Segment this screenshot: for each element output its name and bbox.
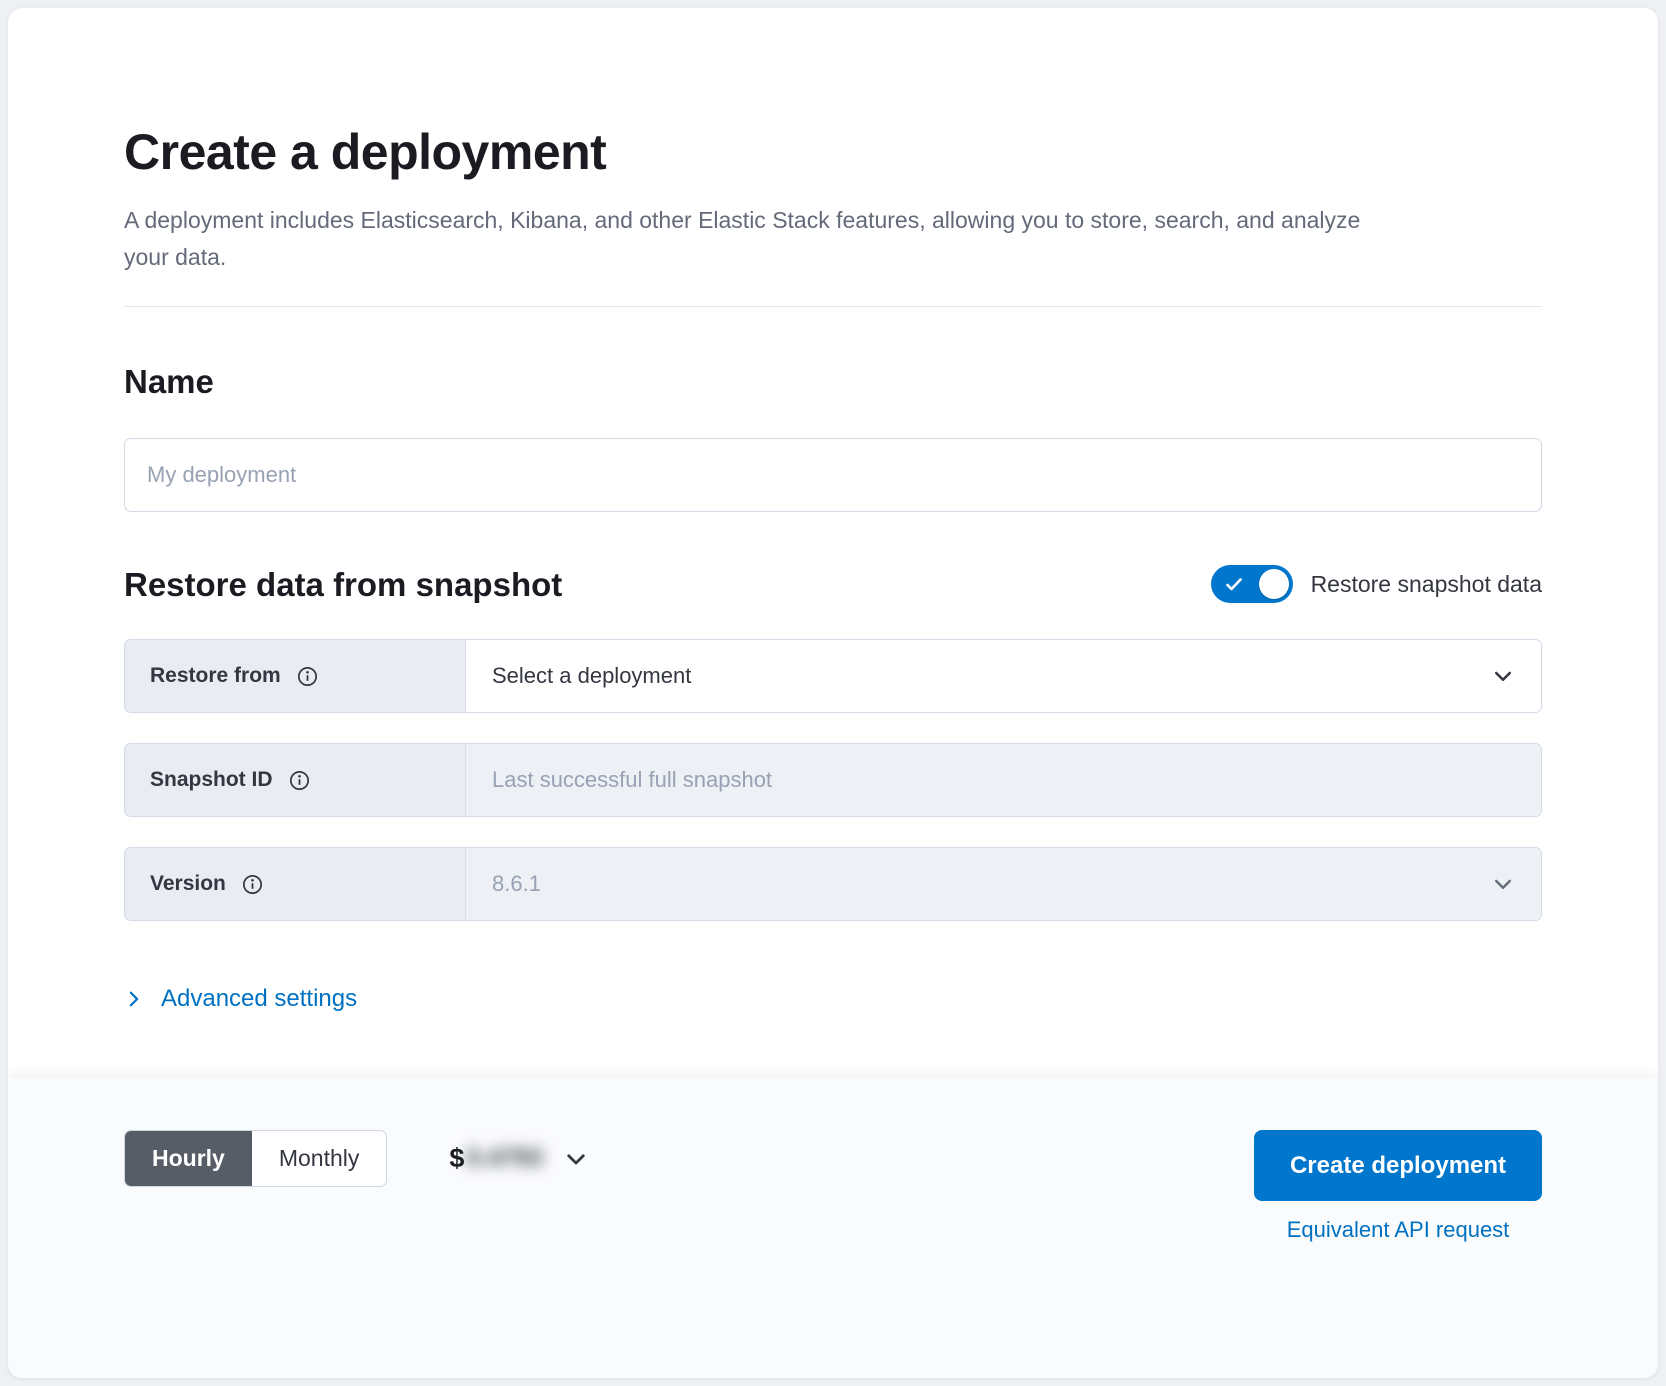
equivalent-api-request-link[interactable]: Equivalent API request <box>1287 1217 1510 1243</box>
main-content: Create a deployment A deployment include… <box>8 8 1658 1014</box>
chevron-down-icon <box>1491 872 1515 896</box>
restore-from-select[interactable]: Select a deployment <box>466 640 1541 712</box>
deployment-name-input[interactable] <box>124 438 1542 512</box>
info-icon[interactable] <box>242 874 263 895</box>
check-icon <box>1226 578 1242 594</box>
advanced-settings-link[interactable]: Advanced settings <box>124 985 357 1013</box>
chevron-down-icon <box>1491 664 1515 688</box>
version-row: Version 8.6.1 <box>124 847 1542 921</box>
create-deployment-panel: Create a deployment A deployment include… <box>8 8 1658 1378</box>
snapshot-id-label-cell: Snapshot ID <box>125 744 466 816</box>
snapshot-id-input <box>492 744 1515 816</box>
restore-from-label-cell: Restore from <box>125 640 466 712</box>
snapshot-id-label: Snapshot ID <box>150 768 273 792</box>
page-subtitle: A deployment includes Elasticsearch, Kib… <box>124 202 1404 276</box>
restore-snapshot-toggle-label[interactable]: Restore snapshot data <box>1311 571 1542 598</box>
chevron-right-icon <box>124 989 144 1009</box>
bottom-bar: Hourly Monthly $ 0.4793 Create deploymen… <box>8 1078 1658 1378</box>
version-label: Version <box>150 872 226 896</box>
footer-actions: Create deployment Equivalent API request <box>1254 1130 1542 1243</box>
advanced-settings-label: Advanced settings <box>161 985 357 1013</box>
billing-interval-toggle: Hourly Monthly <box>124 1130 387 1187</box>
price-amount-redacted: 0.4793 <box>466 1144 542 1173</box>
snapshot-section-heading: Restore data from snapshot <box>124 564 562 605</box>
chevron-down-icon <box>563 1146 589 1172</box>
page-title: Create a deployment <box>124 122 1542 182</box>
version-label-cell: Version <box>125 848 466 920</box>
billing-hourly-button[interactable]: Hourly <box>125 1131 252 1186</box>
snapshot-id-field-wrap <box>466 744 1541 816</box>
version-value: 8.6.1 <box>492 871 541 897</box>
billing-monthly-button[interactable]: Monthly <box>252 1131 387 1186</box>
create-deployment-button[interactable]: Create deployment <box>1254 1130 1542 1201</box>
version-select: 8.6.1 <box>466 848 1541 920</box>
divider <box>124 306 1542 307</box>
toggle-knob <box>1259 569 1289 599</box>
restore-from-value: Select a deployment <box>492 663 691 689</box>
price-breakdown-toggle[interactable] <box>559 1142 593 1176</box>
snapshot-id-row: Snapshot ID <box>124 743 1542 817</box>
snapshot-section-header: Restore data from snapshot Restore snaps… <box>124 564 1542 605</box>
info-icon[interactable] <box>289 770 310 791</box>
restore-from-row: Restore from Select a deployment <box>124 639 1542 713</box>
restore-snapshot-toggle[interactable] <box>1211 565 1293 603</box>
price-currency: $ <box>449 1143 464 1174</box>
name-section-heading: Name <box>124 361 1542 402</box>
info-icon[interactable] <box>297 666 318 687</box>
price-display: $ 0.4793 <box>449 1130 593 1187</box>
restore-snapshot-toggle-group: Restore snapshot data <box>1211 565 1542 603</box>
restore-from-label: Restore from <box>150 664 281 688</box>
